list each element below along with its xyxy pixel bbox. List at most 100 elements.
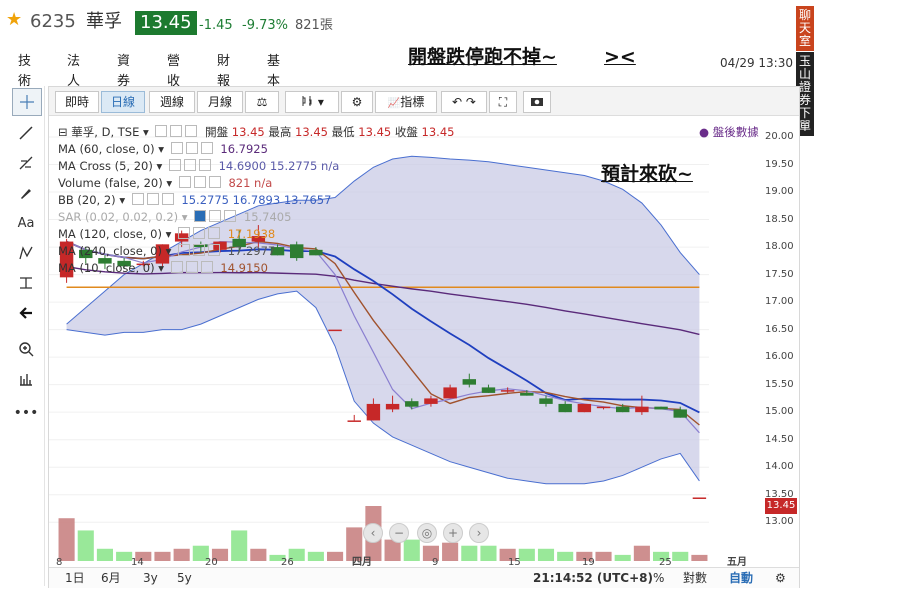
eye-icon[interactable]: [131, 193, 144, 205]
close-icon[interactable]: [185, 125, 198, 137]
undo-redo-buttons[interactable]: ↶ ↷: [441, 91, 487, 113]
settings-icon[interactable]: [170, 125, 183, 137]
indicators-button[interactable]: 📈指標: [375, 91, 437, 113]
y-tick-label: 16.00: [765, 351, 794, 363]
volume-bar: [691, 554, 708, 561]
interval-weekly-button[interactable]: 週線: [149, 91, 195, 113]
candle-body: [424, 398, 438, 404]
range-3y-button[interactable]: 3y: [143, 571, 158, 585]
fib-tool-icon[interactable]: [12, 150, 40, 176]
volume-bar: [154, 551, 171, 561]
clock-time: 21:14:52 (UTC+8): [533, 571, 653, 585]
settings-icon[interactable]: [209, 210, 222, 222]
range-5y-button[interactable]: 5y: [177, 571, 192, 585]
close-icon[interactable]: [224, 210, 237, 222]
more-icon[interactable]: •••: [12, 400, 40, 426]
y-tick-label: 18.00: [765, 241, 794, 253]
volume-bar: [58, 518, 75, 561]
scroll-right-button[interactable]: ›: [469, 523, 489, 543]
range-1d-button[interactable]: 1日: [65, 571, 85, 585]
stock-code: 6235: [30, 11, 76, 32]
legend-ma120: MA (120, close, 0) ▾ 17.1938: [58, 227, 276, 241]
volume-bar: [461, 545, 478, 561]
eye-icon[interactable]: [168, 159, 181, 171]
zoom-icon[interactable]: [12, 336, 40, 362]
close-icon[interactable]: [208, 176, 221, 188]
candle-body: [520, 392, 534, 396]
scroll-left-button[interactable]: ‹: [363, 523, 383, 543]
settings-icon[interactable]: [185, 142, 198, 154]
legend-bb: BB (20, 2) ▾ 15.2775 16.7893 13.7657: [58, 193, 332, 207]
close-icon[interactable]: [200, 261, 213, 273]
indicator-chart-icon: 📈: [387, 98, 401, 109]
bar-chart-icon[interactable]: [12, 366, 40, 392]
settings-icon[interactable]: [193, 244, 206, 256]
back-arrow-icon[interactable]: [12, 300, 40, 326]
settings-icon[interactable]: [193, 176, 206, 188]
favorite-star-icon[interactable]: ★: [6, 11, 22, 29]
log-scale-toggle[interactable]: 對數: [683, 571, 707, 585]
measure-icon[interactable]: [12, 270, 40, 296]
interval-daily-button[interactable]: 日線: [101, 91, 145, 113]
open-label: 開盤: [205, 125, 229, 139]
trendline-icon[interactable]: [12, 120, 40, 146]
eye-icon[interactable]: [178, 176, 191, 188]
stock-name: 華孚: [86, 11, 122, 32]
interval-monthly-button[interactable]: 月線: [197, 91, 243, 113]
collapse-icon[interactable]: ⊟: [58, 125, 68, 139]
ma120-label: MA (120, close, 0): [58, 227, 162, 241]
candle-body: [366, 403, 381, 421]
volume-bar: [537, 548, 555, 561]
zoom-in-button[interactable]: +: [443, 523, 463, 543]
chart-annotation: 預計來砍~: [601, 163, 693, 185]
close-icon[interactable]: [208, 244, 221, 256]
settings-icon[interactable]: [193, 227, 206, 239]
legend-macross: MA Cross (5, 20) ▾ 14.6900 15.2775 n/a: [58, 159, 340, 173]
chart-settings-gear-icon[interactable]: ⚙: [775, 571, 786, 585]
symbol-label: 華孚, D, TSE: [71, 125, 140, 139]
eye-icon[interactable]: [194, 210, 207, 222]
eye-icon[interactable]: [155, 125, 168, 137]
legend-ma60: MA (60, close, 0) ▾ 16.7925: [58, 142, 268, 156]
eye-icon[interactable]: [178, 227, 191, 239]
auto-scale-toggle[interactable]: 自動: [729, 571, 753, 585]
range-6m-button[interactable]: 6月: [101, 571, 121, 585]
candle-body: [692, 497, 707, 499]
camera-icon[interactable]: [523, 91, 551, 113]
settings-icon[interactable]: [146, 193, 159, 205]
volume-bar: [403, 539, 420, 561]
text-tool-icon[interactable]: Aa: [12, 210, 40, 236]
volume-bar: [96, 548, 113, 561]
scale-icon[interactable]: ⚖: [245, 91, 279, 113]
chart-type-dropdown[interactable]: ▾: [285, 91, 339, 113]
fullscreen-icon[interactable]: ⛶: [489, 91, 517, 113]
settings-icon[interactable]: [183, 159, 196, 171]
candle-body: [596, 406, 611, 409]
chat-room-button[interactable]: 聊天室: [796, 6, 814, 51]
volume-bar: [307, 551, 324, 561]
legend-sar: SAR (0.02, 0.02, 0.2) ▾ 15.7405: [58, 210, 292, 224]
interval-realtime-button[interactable]: 即時: [55, 91, 99, 113]
volume-bar: [633, 545, 650, 561]
y-tick-label: 18.50: [765, 213, 794, 225]
settings-icon[interactable]: [185, 261, 198, 273]
crosshair-icon[interactable]: [12, 88, 42, 116]
eye-icon[interactable]: [170, 142, 183, 154]
close-icon[interactable]: [208, 227, 221, 239]
eye-icon[interactable]: [170, 261, 183, 273]
zoom-out-button[interactable]: −: [389, 523, 409, 543]
eye-icon[interactable]: [178, 244, 191, 256]
pattern-icon[interactable]: [12, 240, 40, 266]
close-icon[interactable]: [200, 142, 213, 154]
percent-scale-toggle[interactable]: %: [653, 571, 664, 585]
ma60-value: 16.7925: [220, 142, 268, 156]
close-icon[interactable]: [198, 159, 211, 171]
volume-bar: [614, 554, 631, 561]
low-value: 13.45: [358, 125, 392, 139]
reset-zoom-button[interactable]: ◎: [417, 523, 437, 543]
candle-body: [500, 390, 515, 392]
close-icon[interactable]: [161, 193, 174, 205]
low-label: 最低: [331, 125, 355, 139]
brush-icon[interactable]: [12, 180, 40, 206]
settings-gear-icon[interactable]: ⚙: [341, 91, 373, 113]
